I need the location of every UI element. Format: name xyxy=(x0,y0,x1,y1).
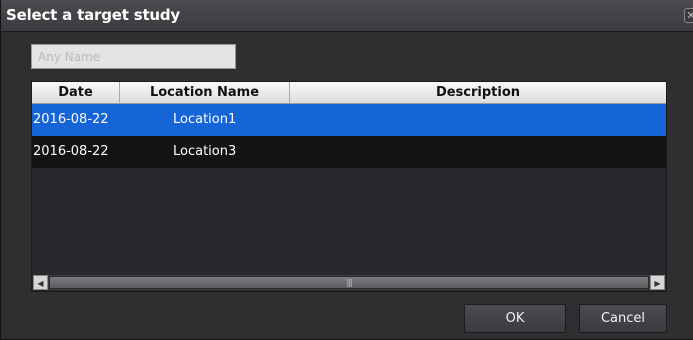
scrollbar-grip-icon: ||| xyxy=(346,278,352,287)
horizontal-scrollbar[interactable]: ◀ ||| ▶ xyxy=(33,275,665,290)
scroll-right-arrow-icon[interactable]: ▶ xyxy=(650,275,665,290)
study-table: Date Location Name Description 2016-08-2… xyxy=(31,81,667,292)
dialog-title: Select a target study xyxy=(6,6,181,24)
cell-date: 2016-08-22 xyxy=(33,144,109,159)
cell-location-name: Location1 xyxy=(173,112,237,127)
ok-button[interactable]: OK xyxy=(464,304,566,333)
column-header-date[interactable]: Date xyxy=(32,82,120,103)
cell-description xyxy=(290,104,666,136)
table-row[interactable]: 2016-08-22 Location3 xyxy=(32,136,666,168)
cell-description xyxy=(290,136,666,168)
column-header-location-name[interactable]: Location Name xyxy=(120,82,290,103)
column-header-description[interactable]: Description xyxy=(290,82,666,103)
scroll-left-arrow-icon[interactable]: ◀ xyxy=(33,275,48,290)
dialog-titlebar[interactable]: Select a target study ✕ xyxy=(1,0,693,32)
scrollbar-thumb[interactable]: ||| xyxy=(49,276,649,289)
close-icon[interactable]: ✕ xyxy=(684,8,693,23)
cancel-button[interactable]: Cancel xyxy=(579,304,667,333)
table-row[interactable]: 2016-08-22 Location1 xyxy=(32,104,666,136)
cell-date: 2016-08-22 xyxy=(33,112,109,127)
select-study-dialog: Select a target study ✕ Date Location Na… xyxy=(0,0,693,340)
search-input[interactable] xyxy=(31,44,236,69)
table-header: Date Location Name Description xyxy=(32,82,666,104)
cell-location-name: Location3 xyxy=(173,144,237,159)
